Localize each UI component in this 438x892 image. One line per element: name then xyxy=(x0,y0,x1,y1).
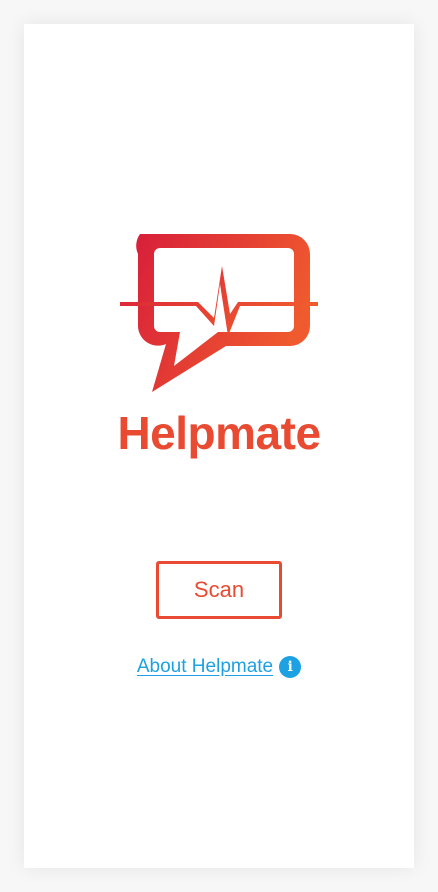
chat-bubble-heartbeat-icon xyxy=(120,234,318,392)
main-card: Helpmate Scan About Helpmate i xyxy=(24,24,414,868)
about-row: About Helpmate i xyxy=(24,656,414,678)
app-title: Helpmate xyxy=(117,407,321,459)
about-link[interactable]: About Helpmate xyxy=(137,656,273,678)
info-icon[interactable]: i xyxy=(279,656,302,678)
scan-button[interactable]: Scan xyxy=(156,561,282,619)
page: Helpmate Scan About Helpmate i xyxy=(0,0,438,892)
